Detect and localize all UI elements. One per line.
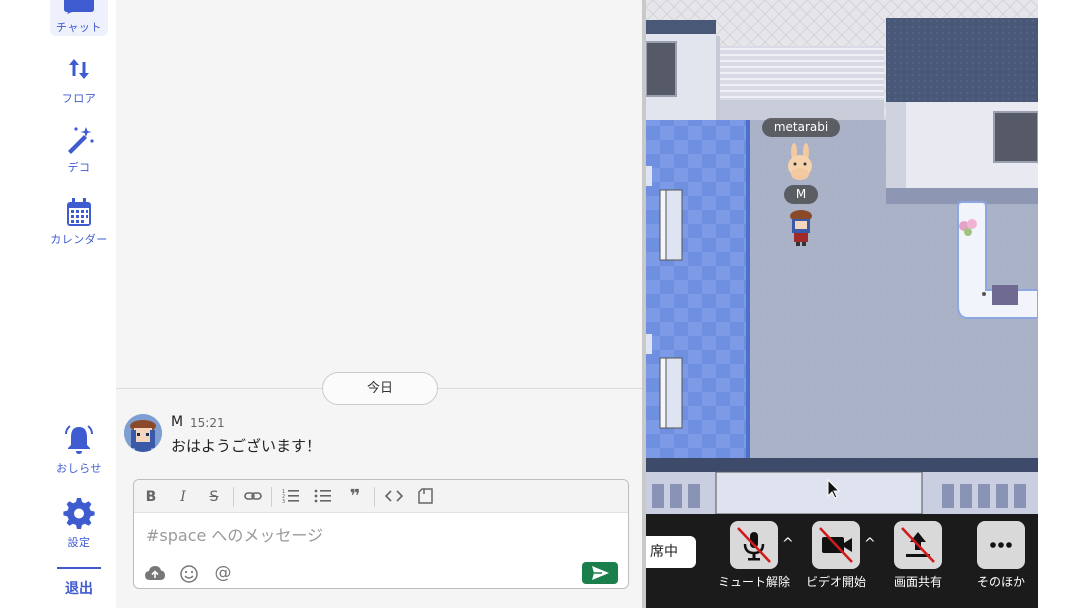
video-off-icon <box>819 527 853 563</box>
nav-chat[interactable]: チャット <box>50 0 108 36</box>
app-root: チャット フロア デコ カレンダー おしらせ 設定 退出 今日 M 15:21 … <box>0 0 1080 608</box>
toolbar-separator <box>374 487 375 507</box>
nav-calendar-label: カレンダー <box>50 233 108 246</box>
video-options-chevron-icon[interactable]: ^ <box>864 536 876 552</box>
format-toolbar: B I S 123 ❞ <box>134 480 628 513</box>
message-time: 15:21 <box>190 416 225 430</box>
message-text: おはようございます！ <box>171 437 322 455</box>
right-margin <box>1038 0 1080 608</box>
more-button[interactable] <box>977 521 1025 569</box>
italic-icon[interactable]: I <box>172 486 194 508</box>
mic-label: ミュート解除 <box>717 575 790 589</box>
code-icon[interactable] <box>383 486 405 508</box>
chat-panel: 今日 M 15:21 おはようございます！ B I S 1 2 3 ❞ #spa… <box>116 0 642 608</box>
message-input[interactable] <box>146 523 616 547</box>
screen-share-button[interactable] <box>894 521 942 569</box>
bold-icon[interactable]: B <box>140 486 162 508</box>
strikethrough-icon[interactable]: S <box>203 486 225 508</box>
video-label: ビデオ開始 <box>805 575 866 589</box>
more-icon <box>990 542 1012 548</box>
left-nav: チャット フロア デコ カレンダー おしらせ 設定 退出 <box>0 0 116 608</box>
avatar-name-m: M <box>784 185 818 204</box>
nav-floor-label: フロア <box>61 92 97 105</box>
game-view[interactable]: metarabi M 席中 ^ ミュート解除 ^ ビデオ開始 画面共有 そのほか <box>646 0 1038 608</box>
toolbar-separator <box>271 487 272 507</box>
screen-share-off-icon <box>901 527 935 563</box>
date-divider-label: 今日 <box>322 372 438 405</box>
status-badge[interactable]: 席中 <box>646 536 696 568</box>
swap-vertical-icon <box>69 59 89 79</box>
quote-icon[interactable]: ❞ <box>344 486 366 508</box>
avatar-image <box>124 414 162 452</box>
calendar-icon <box>67 198 91 226</box>
mic-off-icon <box>737 527 771 563</box>
mic-options-chevron-icon[interactable]: ^ <box>782 536 794 552</box>
code-block-icon[interactable] <box>415 486 437 508</box>
send-icon <box>592 566 609 580</box>
game-map <box>646 0 1038 514</box>
screen-share-label: 画面共有 <box>893 575 942 589</box>
upload-icon[interactable] <box>144 564 166 584</box>
control-bar: 席中 ^ ミュート解除 ^ ビデオ開始 画面共有 そのほか <box>646 514 1038 608</box>
mention-icon[interactable]: @ <box>212 564 234 584</box>
message-composer: B I S 123 ❞ #space へのメッセージ @ <box>133 479 629 589</box>
toolbar-separator <box>233 487 234 507</box>
bell-icon <box>65 425 93 454</box>
more-label: そのほか <box>976 575 1025 589</box>
nav-settings-label: 設定 <box>67 536 91 549</box>
nav-chat-label: チャット <box>56 21 102 34</box>
nav-deco-label: デコ <box>67 161 91 174</box>
svg-text:3: 3 <box>282 499 285 505</box>
nav-notifications[interactable]: おしらせ <box>40 424 118 476</box>
nav-separator <box>57 567 101 569</box>
avatar-name-metarabi: metarabi <box>762 118 840 137</box>
send-button[interactable] <box>582 562 618 584</box>
nav-notifications-label: おしらせ <box>56 462 102 475</box>
message-author[interactable]: M <box>171 414 183 430</box>
emoji-icon[interactable] <box>178 564 200 584</box>
chat-icon <box>64 0 94 14</box>
bullet-list-icon[interactable] <box>312 486 334 508</box>
nav-calendar[interactable]: カレンダー <box>40 197 118 247</box>
avatar[interactable] <box>124 414 162 452</box>
nav-deco[interactable]: デコ <box>40 125 118 175</box>
nav-floor[interactable]: フロア <box>40 56 118 106</box>
mic-button[interactable] <box>730 521 778 569</box>
numbered-list-icon[interactable]: 123 <box>280 486 302 508</box>
logout-button[interactable]: 退出 <box>40 578 118 598</box>
magic-wand-icon <box>68 127 94 154</box>
link-icon[interactable] <box>242 486 264 508</box>
nav-settings[interactable]: 設定 <box>40 498 118 550</box>
video-button[interactable] <box>812 521 860 569</box>
gear-icon <box>63 498 95 529</box>
